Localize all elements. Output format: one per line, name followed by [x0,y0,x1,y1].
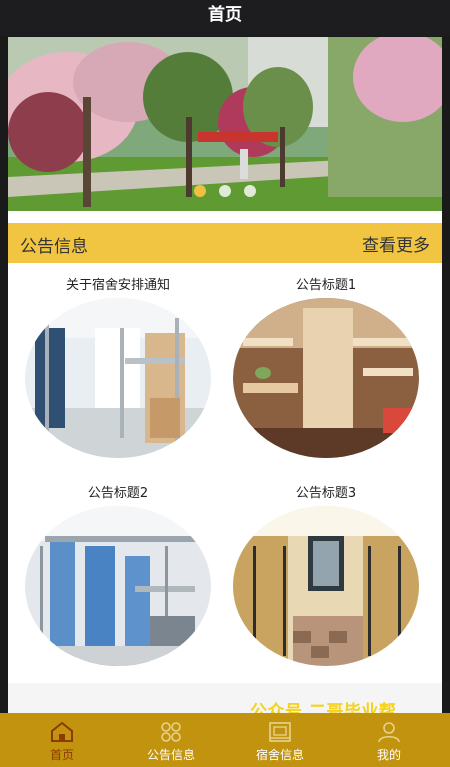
notice-card-title: 公告标题3 [295,486,357,501]
notice-card[interactable]: 关于宿舍安排通知 [18,277,218,458]
tab-label: 我的 [376,748,401,762]
carousel-dot[interactable] [244,185,257,197]
notice-card-image[interactable] [25,506,211,666]
notice-card-image[interactable] [233,506,419,666]
tab-notices[interactable]: 公告信息 [115,713,227,767]
notice-card[interactable]: 公告标题1 [226,277,426,458]
notice-card-image[interactable] [233,298,419,458]
home-icon [51,721,73,742]
building-icon [269,722,291,742]
carousel-dot[interactable] [193,185,206,197]
page-title: 首页 [0,0,450,36]
notice-header: 公告信息 查看更多 [8,223,442,263]
notice-section-title: 公告信息 [20,237,88,257]
app-screen: 首页 公告信息 查看更多 关于宿舍安排通知 公告标题1 公告标题2 公告标题3 … [0,0,450,767]
tab-label: 首页 [49,748,74,762]
carousel-indicator [8,182,442,201]
bottom-tab-bar: 首页 公告信息 宿舍信息 我的 [0,713,450,767]
notice-card[interactable]: 公告标题2 [18,485,218,666]
tab-home[interactable]: 首页 [6,713,118,767]
user-icon [378,722,400,743]
notice-card-title: 公告标题2 [87,486,149,501]
carousel-dot[interactable] [219,185,231,197]
view-more-link[interactable]: 查看更多 [362,231,430,256]
tab-label: 宿舍信息 [255,748,304,762]
notice-card[interactable]: 公告标题3 [226,485,426,666]
grid-icon [161,722,181,742]
banner-carousel[interactable] [8,37,442,211]
notice-card-title: 公告标题1 [295,278,357,293]
notice-card-image[interactable] [25,298,211,458]
tab-profile[interactable]: 我的 [333,713,445,767]
tab-dorm[interactable]: 宿舍信息 [224,713,336,767]
content-area: 公告信息 查看更多 关于宿舍安排通知 公告标题1 公告标题2 公告标题3 [8,37,442,713]
notice-card-title: 关于宿舍安排通知 [65,278,170,293]
tab-label: 公告信息 [146,748,195,762]
